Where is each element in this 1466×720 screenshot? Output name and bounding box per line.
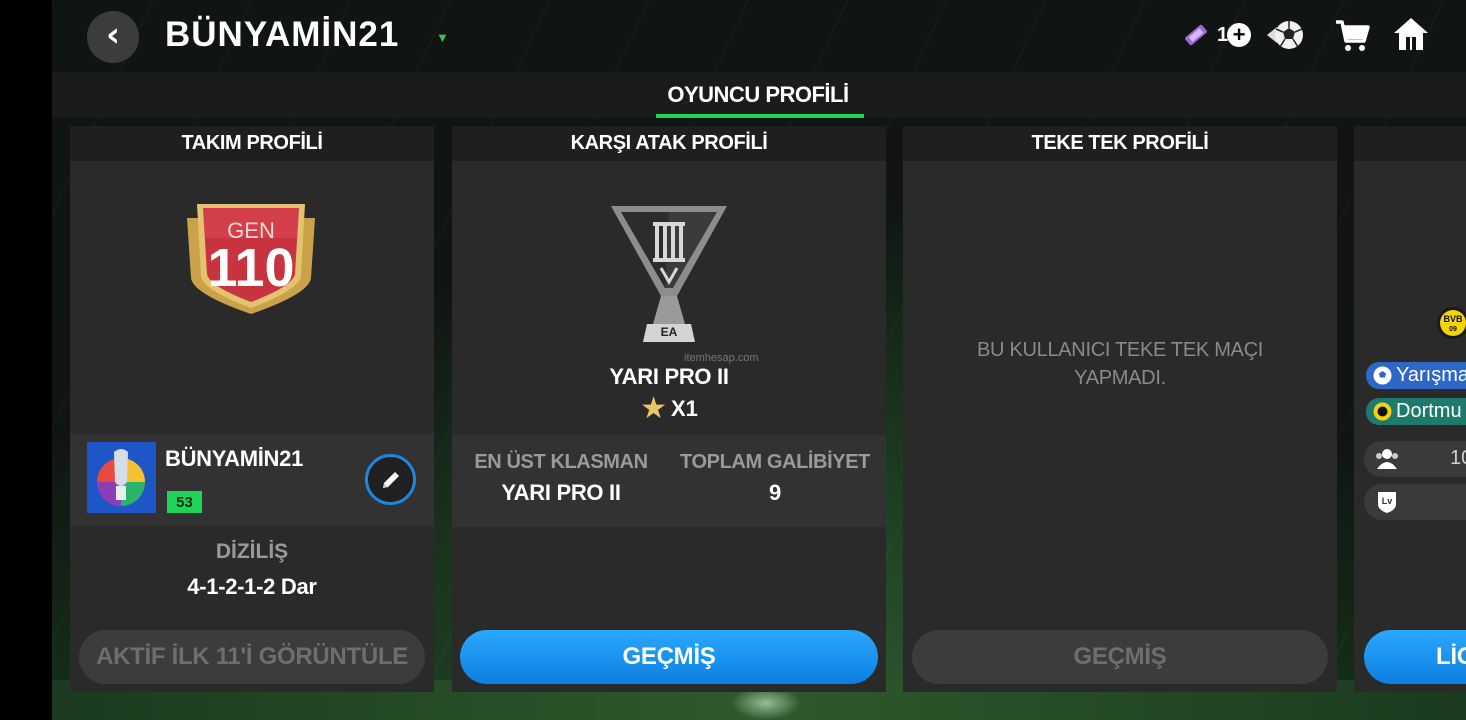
card-header: TAKIM PROFİLİ (70, 126, 434, 161)
stats-row: EN ÜST KLASMAN YARI PRO II TOPLAM GALİBİ… (452, 435, 886, 527)
card-header: TEKE TEK PROFİLİ (903, 126, 1337, 161)
rank-stars: ★ X1 (452, 394, 886, 424)
club-crest-small-icon (1373, 402, 1392, 421)
back-button[interactable]: ‹ (87, 11, 139, 63)
history-button-disabled[interactable]: GEÇMİŞ (912, 630, 1328, 684)
view-active-eleven-button[interactable]: AKTİF İLK 11'İ GÖRÜNTÜLE (79, 630, 425, 684)
stat-label: EN ÜST KLASMAN (474, 451, 648, 473)
svg-text:09: 09 (1449, 326, 1457, 333)
league-button[interactable]: LİG (1364, 630, 1466, 684)
caret-down-icon[interactable]: ▼ (436, 30, 449, 45)
pencil-icon (382, 471, 399, 488)
chip-label: Yarışma (1396, 364, 1466, 386)
level-row: Lv (1364, 484, 1466, 520)
card-header: KARŞI ATAK PROFİLİ (452, 126, 886, 161)
cart-icon[interactable] (1334, 17, 1370, 53)
star-multiplier: X1 (670, 396, 698, 421)
top-bar: ‹ BÜNYAMİN21 ▼ 1 + (52, 0, 1466, 72)
rank-name: YARI PRO II (609, 364, 729, 389)
members-row: 10 (1364, 441, 1466, 477)
player-info-row: BÜNYAMİN21 53 (70, 434, 434, 526)
stat-label: TOPLAM GALİBİYET (680, 451, 870, 473)
soccer-ball-icon (1373, 366, 1392, 385)
ticket-icon[interactable] (1183, 22, 1209, 48)
gen-value: 110 (207, 238, 294, 298)
page-title: BÜNYAMİN21 (165, 15, 400, 54)
level-badge: 53 (167, 491, 202, 513)
club-crest-icon: BVB 09 (1437, 307, 1466, 339)
one-v-one-profile-card: TEKE TEK PROFİLİ BU KULLANICI TEKE TEK M… (903, 126, 1337, 692)
rank-trophy-icon: EA (611, 206, 727, 342)
svg-text:BVB: BVB (1443, 314, 1463, 324)
team-logo (87, 442, 156, 513)
screen: ‹ BÜNYAMİN21 ▼ 1 + OYUNCU PROFİLİ TAKIM … (52, 0, 1466, 720)
left-black-bar (0, 0, 52, 720)
tab-bar: OYUNCU PROFİLİ (52, 72, 1466, 118)
stat-highest-rank: EN ÜST KLASMAN YARI PRO II (456, 451, 666, 506)
club-chip[interactable]: Dortmu (1366, 398, 1466, 425)
star-icon: ★ (640, 392, 667, 425)
tab-active-indicator (656, 114, 864, 118)
stat-value: YARI PRO II (501, 480, 621, 505)
team-profile-card: TAKIM PROFİLİ GEN 110 BÜNYAMİN21 53 DİZİ… (70, 126, 434, 692)
club-profile-card: BVB 09 Yarışma Dortmu 10 (1354, 126, 1466, 692)
gen-rating-badge: GEN 110 (187, 204, 315, 314)
history-button[interactable]: GEÇMİŞ (460, 630, 878, 684)
edit-button[interactable] (365, 454, 416, 505)
home-icon[interactable] (1392, 15, 1430, 53)
plus-icon[interactable]: + (1227, 23, 1251, 47)
formation-label: DİZİLİŞ (215, 540, 289, 563)
player-name: BÜNYAMİN21 (165, 446, 304, 471)
stat-value: 9 (769, 480, 781, 505)
svg-text:Lv: Lv (1382, 496, 1393, 506)
counter-attack-profile-card: KARŞI ATAK PROFİLİ EA itemhesap.com YARI… (452, 126, 886, 692)
formation-value: 4-1-2-1-2 Dar (187, 574, 317, 599)
stat-total-wins: TOPLAM GALİBİYET 9 (670, 451, 880, 506)
members-count: 10 (1450, 447, 1466, 469)
svg-text:EA: EA (661, 325, 678, 339)
chevron-left-icon: ‹ (105, 15, 120, 55)
competition-chip[interactable]: Yarışma (1366, 362, 1466, 389)
watermark-text: itemhesap.com (684, 352, 759, 364)
tab-player-profile[interactable]: OYUNCU PROFİLİ (652, 72, 864, 118)
empty-state-message: BU KULLANICI TEKE TEK MAÇI YAPMADI. (977, 339, 1263, 389)
chip-label: Dortmu (1396, 400, 1462, 422)
card-header (1354, 126, 1466, 161)
level-shield-icon: Lv (1378, 492, 1396, 513)
soccer-ball-icon[interactable] (1265, 17, 1305, 53)
users-icon (1376, 449, 1398, 469)
